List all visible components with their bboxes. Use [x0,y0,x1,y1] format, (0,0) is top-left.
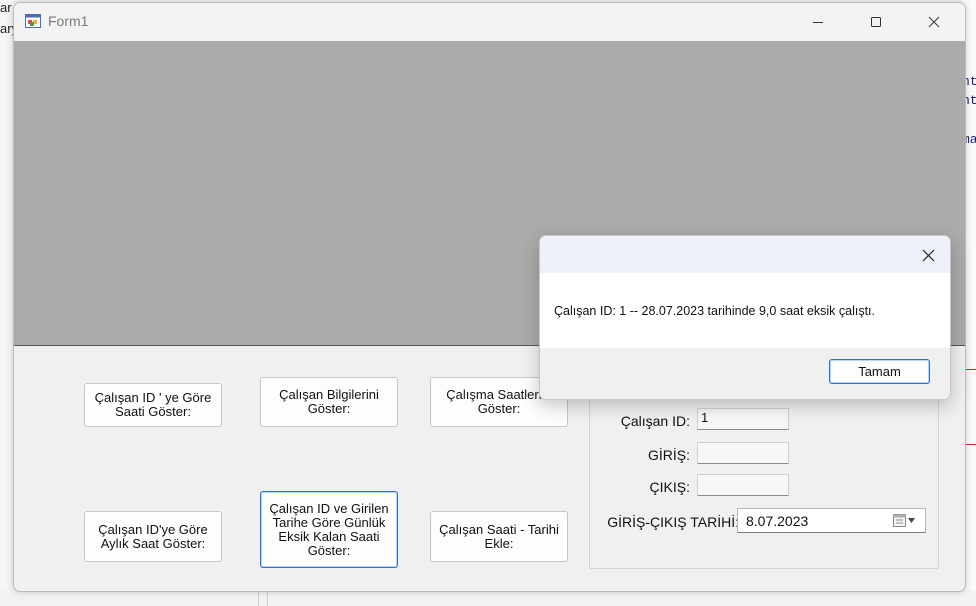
show-daily-missing-hours-button[interactable]: Çalışan ID ve Girilen Tarihe Göre Günlük… [260,491,398,568]
window-title: Form1 [48,13,89,29]
background-ide-left: ar ary [0,0,18,606]
message-box-dialog: Çalışan ID: 1 -- 28.07.2023 tarihinde 9,… [539,235,951,400]
exit-time-input[interactable] [697,474,789,496]
close-button[interactable] [905,3,963,41]
show-monthly-hours-button[interactable]: Çalışan ID'ye Göre Aylık Saat Göster: [84,511,222,562]
close-icon [922,249,934,261]
calendar-dropdown-icon[interactable] [893,514,917,533]
date-picker-value: 8.07.2023 [746,513,809,529]
minimize-button[interactable] [789,3,847,41]
maximize-icon [871,17,881,27]
winforms-app-icon [25,13,42,29]
exit-time-label: ÇIKIŞ: [649,479,690,495]
show-employee-info-button[interactable]: Çalışan Bilgilerini Göster: [260,377,398,427]
employee-id-label: Çalışan ID: [620,413,690,429]
message-box-title-bar[interactable] [540,236,950,273]
add-hours-date-button[interactable]: Çalışan Saati - Tarihi Ekle: [430,511,568,562]
maximize-button[interactable] [847,3,905,41]
background-error-mark [966,444,976,445]
show-hours-by-id-button[interactable]: Çalışan ID ' ye Göre Saati Göster: [84,383,222,427]
background-text-fragment: ar [0,0,12,15]
message-box-close-button[interactable] [912,240,944,270]
employee-id-input[interactable]: 1 [697,408,789,430]
entry-time-label: GİRİŞ: [647,447,690,463]
date-picker[interactable]: 8.07.2023 [737,508,926,533]
background-error-mark [966,369,976,370]
background-ide-bottom [0,590,976,606]
message-box-footer: Tamam [540,348,950,399]
message-box-text: Çalışan ID: 1 -- 28.07.2023 tarihinde 9,… [554,304,876,318]
title-bar[interactable]: Form1 [14,3,965,41]
date-label: GİRİŞ-ÇIKIŞ TARİHİ: [607,514,739,530]
entry-time-input[interactable] [697,442,789,464]
minimize-icon [813,22,823,23]
close-icon [928,16,940,28]
ok-button[interactable]: Tamam [829,359,930,384]
